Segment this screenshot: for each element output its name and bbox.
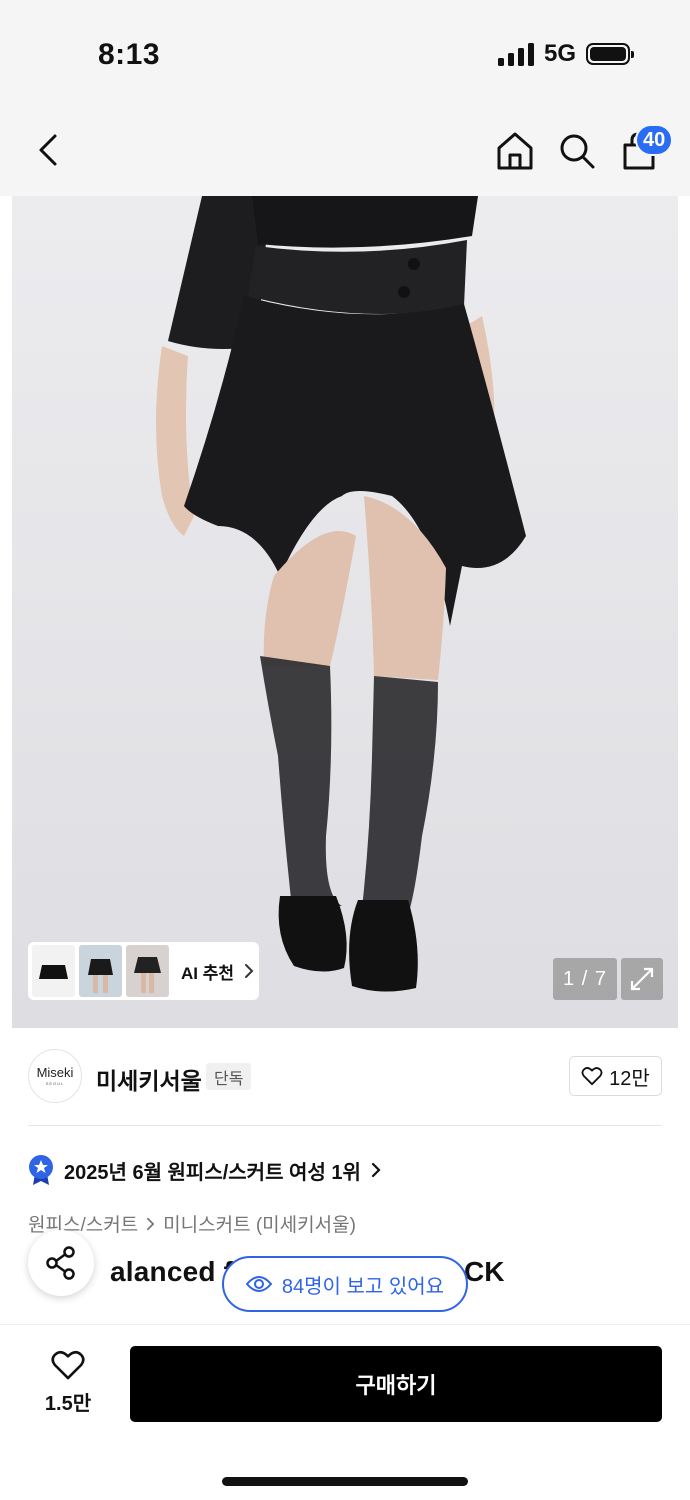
share-icon	[46, 1246, 75, 1280]
home-icon	[497, 132, 533, 170]
chevron-right-icon	[371, 1162, 381, 1178]
breadcrumb: 원피스/스커트 미니스커트 (미세키서울)	[28, 1210, 356, 1237]
brand-like-count: 12만	[609, 1067, 650, 1090]
ai-thumbnail-2	[79, 945, 122, 997]
home-button[interactable]	[494, 128, 536, 174]
status-indicators: 5G	[497, 40, 634, 68]
status-time: 8:13	[98, 38, 161, 71]
ranking-text: 2025년 6월 원피스/스커트 여성 1위	[64, 1161, 361, 1184]
ai-recommend-label: AI 추천	[181, 963, 235, 983]
bottom-action-bar: 1.5만 구매하기	[0, 1324, 690, 1500]
ranking-link[interactable]: 2025년 6월 원피스/스커트 여성 1위	[28, 1152, 381, 1188]
brand-logo-subtext: SEOUL	[45, 1081, 65, 1086]
search-icon	[560, 134, 595, 169]
ranking-medal-icon	[29, 1155, 53, 1185]
ai-thumbnail-1	[32, 945, 75, 997]
ai-thumbnail-3	[126, 945, 169, 997]
heart-icon	[581, 1067, 603, 1086]
breadcrumb-subcategory[interactable]: 미니스커트 (미세키서울)	[163, 1210, 356, 1237]
share-button[interactable]	[28, 1230, 94, 1296]
product-image[interactable]	[12, 196, 678, 1028]
wishlist-button[interactable]: 1.5만	[28, 1349, 108, 1419]
ai-recommend-button[interactable]: AI 추천	[28, 942, 259, 1000]
image-page-indicator: 1 / 7	[553, 958, 617, 1000]
brand-like-button[interactable]: 12만	[569, 1056, 662, 1096]
viewers-count-text: 84명이 보고 있어요	[281, 1275, 445, 1298]
signal-icon	[497, 42, 534, 66]
nav-header	[0, 100, 690, 196]
chevron-right-icon	[147, 1217, 155, 1230]
exclusive-badge: 단독	[206, 1063, 252, 1090]
back-button[interactable]	[28, 128, 68, 172]
network-label: 5G	[543, 40, 576, 67]
status-bar: 8:13 5G	[0, 0, 690, 100]
search-button[interactable]	[556, 128, 598, 174]
cart-count-badge: 40	[635, 124, 674, 156]
expand-icon	[630, 967, 654, 991]
chevron-left-icon	[39, 134, 57, 166]
home-indicator	[222, 1477, 468, 1486]
eye-icon	[245, 1276, 272, 1292]
brand-name[interactable]: 미세키서울	[96, 1062, 202, 1096]
product-photo	[12, 196, 678, 1028]
chevron-right-icon	[245, 964, 254, 978]
viewers-count-pill: 84명이 보고 있어요	[222, 1256, 468, 1312]
wishlist-count: 1.5만	[44, 1393, 92, 1415]
buy-button[interactable]: 구매하기	[130, 1346, 662, 1422]
divider	[28, 1125, 662, 1126]
expand-image-button[interactable]	[621, 958, 663, 1000]
heart-icon	[51, 1350, 85, 1380]
brand-logo[interactable]: Miseki SEOUL	[28, 1049, 82, 1103]
battery-icon	[586, 43, 634, 65]
brand-logo-text: Miseki	[36, 1065, 74, 1080]
product-title-end: CK	[464, 1256, 505, 1287]
